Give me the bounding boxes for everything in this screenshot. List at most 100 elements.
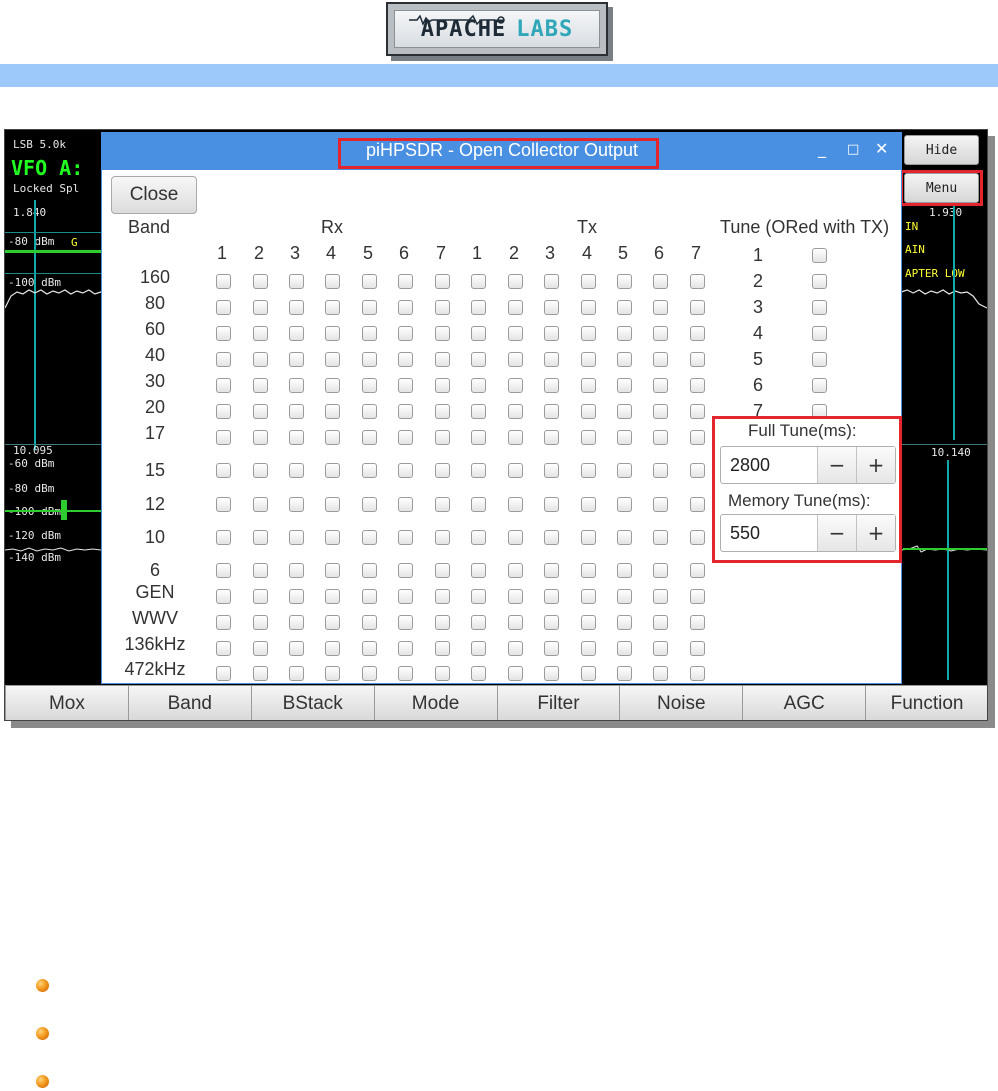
tx-checkbox[interactable] (508, 352, 523, 367)
tx-checkbox[interactable] (653, 666, 668, 681)
rx-checkbox[interactable] (435, 352, 450, 367)
rx-checkbox[interactable] (435, 274, 450, 289)
rx-checkbox[interactable] (398, 641, 413, 656)
rx-checkbox[interactable] (435, 463, 450, 478)
rx-checkbox[interactable] (216, 404, 231, 419)
tx-checkbox[interactable] (508, 378, 523, 393)
rx-checkbox[interactable] (325, 463, 340, 478)
tx-checkbox[interactable] (690, 463, 705, 478)
tx-checkbox[interactable] (471, 378, 486, 393)
rx-checkbox[interactable] (325, 666, 340, 681)
rx-checkbox[interactable] (253, 430, 268, 445)
tx-checkbox[interactable] (653, 430, 668, 445)
tx-checkbox[interactable] (617, 326, 632, 341)
rx-checkbox[interactable] (398, 463, 413, 478)
rx-checkbox[interactable] (216, 615, 231, 630)
rx-checkbox[interactable] (289, 641, 304, 656)
rx-checkbox[interactable] (325, 530, 340, 545)
tx-checkbox[interactable] (581, 378, 596, 393)
rx-checkbox[interactable] (398, 274, 413, 289)
tx-checkbox[interactable] (508, 274, 523, 289)
rx-checkbox[interactable] (289, 430, 304, 445)
tx-checkbox[interactable] (581, 430, 596, 445)
rx-checkbox[interactable] (216, 326, 231, 341)
rx-checkbox[interactable] (253, 589, 268, 604)
tx-checkbox[interactable] (544, 666, 559, 681)
tx-checkbox[interactable] (581, 497, 596, 512)
rx-checkbox[interactable] (253, 300, 268, 315)
rx-checkbox[interactable] (362, 326, 377, 341)
rx-checkbox[interactable] (398, 530, 413, 545)
rx-checkbox[interactable] (435, 589, 450, 604)
tx-checkbox[interactable] (690, 274, 705, 289)
tx-checkbox[interactable] (544, 530, 559, 545)
rx-checkbox[interactable] (289, 530, 304, 545)
rx-checkbox[interactable] (362, 300, 377, 315)
dialog-titlebar[interactable]: piHPSDR - Open Collector Output _ □ ✕ (102, 133, 901, 170)
tx-checkbox[interactable] (690, 615, 705, 630)
memory-tune-increment-button[interactable]: + (856, 515, 895, 551)
toolbar-mox-button[interactable]: Mox (5, 685, 128, 720)
rx-checkbox[interactable] (325, 300, 340, 315)
tx-checkbox[interactable] (581, 463, 596, 478)
tx-checkbox[interactable] (544, 352, 559, 367)
tx-checkbox[interactable] (653, 300, 668, 315)
tx-checkbox[interactable] (544, 378, 559, 393)
tx-checkbox[interactable] (617, 497, 632, 512)
tx-checkbox[interactable] (471, 563, 486, 578)
rx-checkbox[interactable] (398, 326, 413, 341)
tx-checkbox[interactable] (471, 497, 486, 512)
tx-checkbox[interactable] (508, 615, 523, 630)
rx-checkbox[interactable] (216, 641, 231, 656)
rx-checkbox[interactable] (289, 497, 304, 512)
tx-checkbox[interactable] (653, 497, 668, 512)
tx-checkbox[interactable] (617, 274, 632, 289)
rx-checkbox[interactable] (325, 378, 340, 393)
memory-tune-decrement-button[interactable]: − (817, 515, 856, 551)
tx-checkbox[interactable] (690, 378, 705, 393)
rx-checkbox[interactable] (216, 589, 231, 604)
tx-checkbox[interactable] (508, 563, 523, 578)
tx-checkbox[interactable] (471, 352, 486, 367)
tx-checkbox[interactable] (617, 430, 632, 445)
tx-checkbox[interactable] (653, 563, 668, 578)
tx-checkbox[interactable] (690, 430, 705, 445)
memory-tune-value[interactable]: 550 (721, 515, 817, 551)
rx-checkbox[interactable] (253, 326, 268, 341)
rx-checkbox[interactable] (325, 615, 340, 630)
tune-checkbox[interactable] (812, 326, 827, 341)
rx-checkbox[interactable] (253, 497, 268, 512)
rx-checkbox[interactable] (398, 300, 413, 315)
tx-checkbox[interactable] (581, 530, 596, 545)
tx-checkbox[interactable] (544, 430, 559, 445)
tx-checkbox[interactable] (690, 589, 705, 604)
rx-checkbox[interactable] (216, 430, 231, 445)
tx-checkbox[interactable] (544, 497, 559, 512)
tx-checkbox[interactable] (690, 530, 705, 545)
rx-checkbox[interactable] (398, 378, 413, 393)
rx-checkbox[interactable] (216, 666, 231, 681)
tx-checkbox[interactable] (581, 326, 596, 341)
tx-checkbox[interactable] (471, 666, 486, 681)
rx-checkbox[interactable] (253, 666, 268, 681)
minimize-icon[interactable]: _ (818, 139, 826, 158)
rx-checkbox[interactable] (398, 589, 413, 604)
tx-checkbox[interactable] (508, 404, 523, 419)
rx-checkbox[interactable] (362, 430, 377, 445)
tx-checkbox[interactable] (471, 300, 486, 315)
rx-checkbox[interactable] (216, 300, 231, 315)
tune-checkbox[interactable] (812, 274, 827, 289)
rx-checkbox[interactable] (435, 563, 450, 578)
tx-checkbox[interactable] (617, 563, 632, 578)
tx-checkbox[interactable] (617, 300, 632, 315)
rx-checkbox[interactable] (362, 615, 377, 630)
toolbar-function-button[interactable]: Function (865, 685, 987, 720)
rx-checkbox[interactable] (398, 666, 413, 681)
tx-checkbox[interactable] (544, 463, 559, 478)
rx-checkbox[interactable] (398, 352, 413, 367)
tx-checkbox[interactable] (471, 589, 486, 604)
tx-checkbox[interactable] (508, 589, 523, 604)
rx-checkbox[interactable] (362, 641, 377, 656)
rx-checkbox[interactable] (362, 563, 377, 578)
rx-checkbox[interactable] (289, 563, 304, 578)
